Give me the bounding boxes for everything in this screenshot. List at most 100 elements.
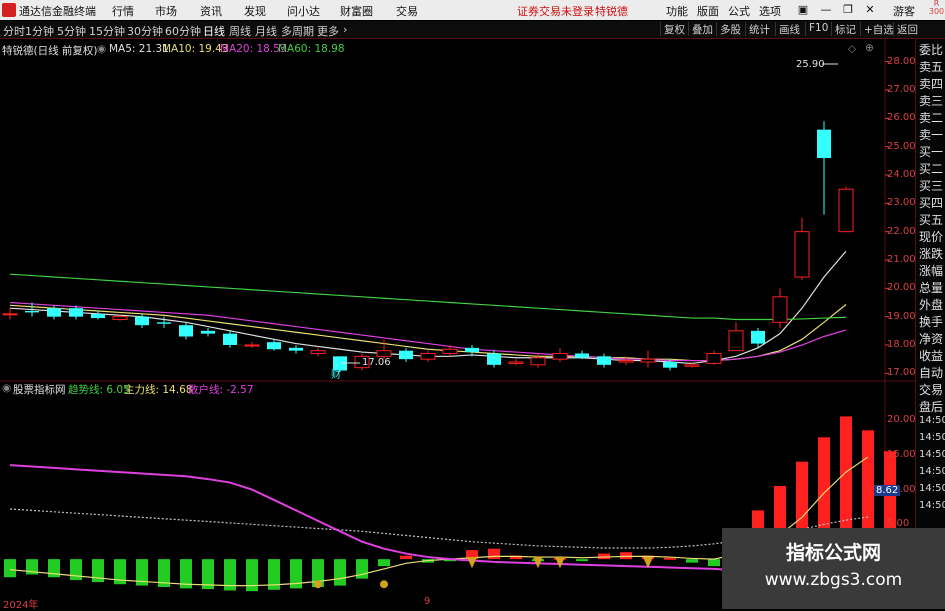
chevron-right-icon[interactable]: ›	[343, 23, 347, 36]
candle-body	[640, 358, 656, 363]
candle-body	[575, 353, 589, 358]
quote-panel-label: 买四	[919, 196, 944, 210]
period-tab[interactable]: 5分钟	[57, 23, 86, 39]
menu-wealth[interactable]: 财富圈	[340, 3, 373, 19]
toolbar-button[interactable]: 多股	[716, 22, 741, 36]
candle-body	[618, 360, 634, 363]
quote-panel-label: 总量	[919, 281, 944, 295]
menu-function[interactable]: 功能	[666, 3, 688, 19]
quote-panel-label: 14:50	[919, 415, 945, 426]
candle-body	[751, 330, 765, 344]
quote-panel-label: 现价	[919, 230, 944, 244]
menu-bar: 通达信金融终端 行情 市场 资讯 发现 问小达 财富圈 交易 证券交易未登录 特…	[0, 0, 945, 20]
candle-body	[223, 333, 237, 345]
window-icon[interactable]: ▣	[795, 2, 811, 17]
price-tick: 19.00	[887, 310, 916, 322]
menu-options[interactable]: 选项	[759, 3, 781, 19]
minimize-icon[interactable]: —	[818, 2, 834, 17]
period-more[interactable]: 更多	[317, 23, 339, 39]
toolbar-button[interactable]: 叠加	[688, 22, 713, 36]
quote-panel-label: 收益	[919, 349, 944, 363]
watermark: 指标公式网 www.zbgs3.com	[722, 528, 945, 609]
x-axis-month: 9	[424, 596, 431, 607]
toolbar-button[interactable]: +自选	[860, 22, 894, 36]
price-tick: 18.00	[887, 339, 916, 350]
quote-panel-label: 外盘	[919, 298, 944, 312]
candle-body	[91, 313, 105, 319]
toolbar-button[interactable]: 返回	[893, 22, 918, 36]
sell-signal-icon	[467, 557, 477, 569]
toolbar-button[interactable]: F10	[805, 22, 828, 36]
period-tab[interactable]: 月线	[255, 23, 277, 39]
current-value-badge: 8.62	[874, 485, 901, 496]
candle-body	[794, 231, 810, 278]
menu-quote[interactable]: 行情	[112, 3, 134, 19]
candle-body	[399, 350, 413, 360]
quote-panel-label: 换手	[919, 315, 944, 329]
period-tab[interactable]: 30分钟	[127, 23, 163, 39]
period-tab[interactable]: 15分钟	[89, 23, 125, 39]
candle-body	[2, 313, 18, 316]
login-alert[interactable]: 证券交易未登录	[517, 3, 594, 19]
candle-body	[25, 311, 39, 313]
quote-panel-label: 卖五	[919, 60, 944, 74]
toolbar-button[interactable]: 统计	[745, 22, 770, 36]
toolbar-button[interactable]: 标记	[831, 22, 856, 36]
candle-body	[728, 330, 744, 352]
finance-marker[interactable]: 财	[331, 366, 341, 381]
indicator-bar	[576, 559, 588, 562]
candle-body	[684, 364, 700, 367]
quote-panel-label: 净资	[919, 332, 944, 346]
restore-icon[interactable]: ❐	[840, 2, 856, 17]
menu-news[interactable]: 资讯	[200, 3, 222, 19]
price-tick: 20.00	[887, 282, 916, 294]
menu-market[interactable]: 市场	[155, 3, 177, 19]
indicator-bar	[334, 559, 346, 586]
candle-body	[69, 308, 83, 317]
guest-user[interactable]: 游客	[893, 3, 915, 19]
indicator-bar	[708, 559, 720, 567]
high-price-label: 25.90	[796, 59, 825, 70]
period-tab[interactable]: 分时	[3, 23, 25, 39]
period-tab[interactable]: 60分钟	[165, 23, 201, 39]
indicator-tick: 20.00	[887, 413, 916, 425]
quote-panel-label: 买三	[919, 179, 944, 193]
ma-line-ma5	[9, 250, 847, 365]
quote-panel-label: 14:50	[919, 432, 945, 443]
price-tick: 26.00	[887, 112, 916, 124]
period-tab[interactable]: 周线	[229, 23, 251, 39]
close-icon[interactable]: ✕	[862, 2, 878, 17]
candle-body	[597, 356, 611, 365]
menu-formula[interactable]: 公式	[728, 3, 750, 19]
price-tick: 21.00	[887, 254, 916, 265]
period-tab-daily[interactable]: 日线	[203, 23, 225, 39]
menu-trade[interactable]: 交易	[396, 3, 418, 19]
candle-body	[772, 296, 788, 323]
price-tick: 23.00	[887, 197, 916, 209]
indicator-bar	[4, 559, 16, 578]
price-tick: 25.00	[887, 140, 916, 152]
toolbar-button[interactable]: 复权	[660, 22, 685, 36]
watermark-url: www.zbgs3.com	[764, 570, 903, 590]
low-price-label: 17.06	[362, 357, 391, 368]
indicator-bar	[620, 552, 632, 560]
app-logo-icon	[2, 3, 16, 17]
candle-body	[465, 347, 479, 353]
candle-body	[201, 330, 215, 334]
candle-body	[157, 322, 171, 324]
toolbar-button[interactable]: 画线	[775, 22, 800, 36]
quote-panel-label: 自动	[919, 366, 944, 380]
period-tab[interactable]: 多周期	[281, 23, 314, 39]
buy-signal-icon	[314, 580, 322, 589]
menu-ask[interactable]: 问小达	[287, 3, 320, 19]
price-tick: 27.00	[887, 84, 916, 95]
candle-body	[112, 316, 128, 320]
menu-discover[interactable]: 发现	[244, 3, 266, 19]
menu-layout[interactable]: 版面	[697, 3, 719, 19]
chart-area[interactable]	[0, 39, 915, 609]
ma-line-ma60	[9, 273, 847, 321]
candle-body	[508, 361, 524, 364]
candle-body	[47, 308, 61, 317]
candle-body	[552, 353, 568, 360]
period-tab[interactable]: 1分钟	[25, 23, 54, 39]
